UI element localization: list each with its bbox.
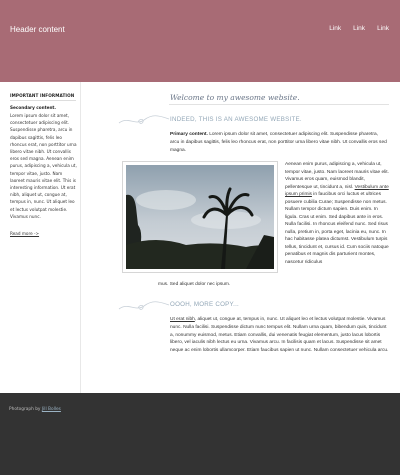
sidebar: IMPORTANT INFORMATION Secondary content.… <box>0 82 81 393</box>
read-more-link[interactable]: Read more -> <box>10 231 39 236</box>
intro-bold: Primary content. <box>170 132 208 137</box>
section-title-2: OOOH, MORE COPY... <box>170 301 240 308</box>
after-photo-text: mus. Sed aliquet dolor nec ipsum. <box>158 282 231 287</box>
sidebar-heading: IMPORTANT INFORMATION <box>10 93 75 98</box>
section-title-1: INDEED, THIS IS AN AWESOME WEBSITE. <box>170 116 302 123</box>
site-header: Header content Link Link Link <box>0 0 400 82</box>
sidebar-text: Lorem ipsum dolor sit amet, consectetuer… <box>10 113 77 219</box>
welcome-heading: Welcome to my awesome website. <box>170 93 300 102</box>
page-body: IMPORTANT INFORMATION Secondary content.… <box>0 82 400 393</box>
site-footer: Photograph by Jill Bolles <box>0 393 400 475</box>
credit-prefix: Photograph by <box>9 407 42 412</box>
float-text-b: in faucibus orci luctus et ultrices posu… <box>285 192 389 265</box>
nav-link-2[interactable]: Link <box>353 25 365 32</box>
float-paragraph: Aenean enim purus, adipiscing a, vehicul… <box>285 161 389 266</box>
swirl-ornament-2 <box>118 301 170 310</box>
header-nav: Link Link Link <box>329 25 389 32</box>
intro-paragraph: Primary content. Lorem ipsum dolor sit a… <box>170 131 388 154</box>
photo-frame <box>122 161 278 273</box>
nav-link-1[interactable]: Link <box>329 25 341 32</box>
header-title: Header content <box>10 25 65 34</box>
welcome-divider <box>169 104 389 105</box>
main-content: Welcome to my awesome website. INDEED, T… <box>83 82 400 393</box>
second-paragraph-text: , aliquet ut, congue at, tempus in, nunc… <box>170 317 389 354</box>
photo-credit: Photograph by Jill Bolles <box>9 407 61 412</box>
sidebar-subheading: Secondary content. <box>10 105 57 110</box>
palm-tree-photo <box>126 165 274 269</box>
swirl-ornament-1 <box>118 115 170 124</box>
photographer-link[interactable]: Jill Bolles <box>42 407 61 412</box>
sidebar-divider <box>10 100 76 101</box>
ut-erat-nibh-link[interactable]: Ut erat nibh <box>170 317 195 322</box>
nav-link-3[interactable]: Link <box>377 25 389 32</box>
second-paragraph: Ut erat nibh, aliquet ut, congue at, tem… <box>170 316 390 355</box>
